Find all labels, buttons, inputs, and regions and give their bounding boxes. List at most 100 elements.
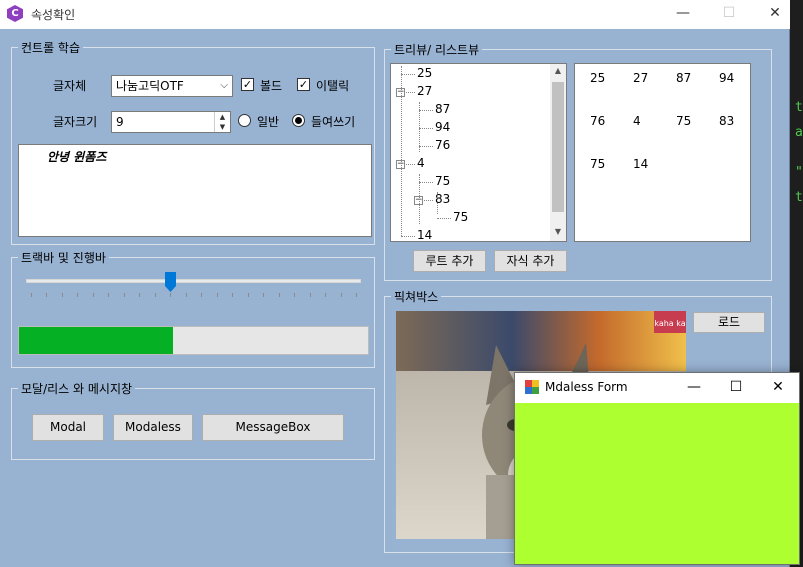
tree-connector bbox=[401, 74, 415, 75]
tree-connector bbox=[401, 236, 415, 237]
modal-button[interactable]: Modal bbox=[32, 414, 104, 441]
list-item[interactable]: 75 bbox=[676, 114, 691, 128]
list-item[interactable]: 83 bbox=[719, 114, 734, 128]
tree-connector bbox=[419, 146, 433, 147]
bold-checkbox[interactable]: ✓ bbox=[241, 78, 254, 91]
tree-connector bbox=[419, 174, 420, 224]
trackbar-tick bbox=[93, 293, 94, 297]
list-view[interactable]: 25 27 87 94 76 4 75 83 75 14 bbox=[574, 63, 751, 242]
tree-group-title: 트리뷰/ 리스트뷰 bbox=[391, 41, 483, 58]
add-child-button[interactable]: 자식 추가 bbox=[494, 250, 567, 272]
list-item[interactable]: 87 bbox=[676, 71, 691, 85]
trackbar-tick bbox=[310, 293, 311, 297]
trackbar-tick bbox=[46, 293, 47, 297]
tree-node[interactable]: 87 bbox=[435, 102, 450, 116]
italic-checkbox[interactable]: ✓ bbox=[297, 78, 310, 91]
bold-label: 볼드 bbox=[260, 79, 283, 93]
progress-bar bbox=[18, 326, 369, 355]
tree-connector bbox=[437, 218, 451, 219]
trackbar-tick bbox=[186, 293, 187, 297]
trackbar-tick bbox=[155, 293, 156, 297]
tree-view[interactable]: ▲ ▼ 25−27 87 94 76−4 75−83 75 14 bbox=[390, 63, 567, 242]
progress-fill bbox=[19, 327, 173, 354]
picture-sign: kaha ka bbox=[654, 311, 686, 333]
normal-radio[interactable] bbox=[238, 114, 251, 127]
trackbar-tick bbox=[170, 293, 171, 297]
load-button[interactable]: 로드 bbox=[693, 312, 765, 333]
size-value: 9 bbox=[116, 115, 124, 129]
trackbar-tick bbox=[325, 293, 326, 297]
trackbar-tick bbox=[248, 293, 249, 297]
tree-node[interactable]: 76 bbox=[435, 138, 450, 152]
font-label: 글자체 bbox=[53, 79, 87, 93]
code-fragment: t bbox=[795, 100, 803, 115]
close-button[interactable]: ✕ bbox=[752, 0, 798, 29]
tree-scrollbar[interactable]: ▲ ▼ bbox=[550, 64, 566, 241]
child-minimize-button[interactable]: — bbox=[673, 373, 715, 403]
tree-node[interactable]: 94 bbox=[435, 120, 450, 134]
indent-label: 들여쓰기 bbox=[311, 115, 356, 129]
tree-connector bbox=[401, 66, 402, 236]
modaless-button[interactable]: Modaless bbox=[113, 414, 193, 441]
list-item[interactable]: 75 bbox=[590, 157, 605, 171]
size-label: 글자크기 bbox=[53, 115, 98, 129]
form-icon bbox=[525, 380, 539, 394]
maximize-button: ☐ bbox=[722, 5, 736, 21]
trackbar-tick bbox=[294, 293, 295, 297]
code-fragment: a bbox=[795, 125, 803, 140]
trackbar-tick bbox=[201, 293, 202, 297]
trackbar-tick bbox=[232, 293, 233, 297]
tree-node[interactable]: 75 bbox=[453, 210, 468, 224]
child-title-bar[interactable]: Mdaless Form — ☐ ✕ bbox=[515, 373, 799, 403]
trackbar-thumb[interactable] bbox=[165, 272, 176, 292]
indent-radio[interactable] bbox=[292, 114, 305, 127]
picture-group-title: 픽쳐박스 bbox=[391, 288, 442, 305]
tree-node[interactable]: 75 bbox=[435, 174, 450, 188]
trackbar-tick bbox=[108, 293, 109, 297]
modal-group-title: 모달/리스 와 메시지창 bbox=[18, 380, 136, 397]
child-close-button[interactable]: ✕ bbox=[757, 373, 799, 403]
minimize-button[interactable]: — bbox=[660, 0, 706, 29]
list-item[interactable]: 76 bbox=[590, 114, 605, 128]
scroll-up-icon[interactable]: ▲ bbox=[550, 66, 566, 75]
tree-connector bbox=[419, 110, 433, 111]
trackbar-tick bbox=[356, 293, 357, 297]
list-item[interactable]: 14 bbox=[633, 157, 648, 171]
italic-label: 이탤릭 bbox=[316, 79, 350, 93]
sample-textbox[interactable]: 안녕 윈폼즈 bbox=[18, 144, 372, 237]
trackbar-tick bbox=[139, 293, 140, 297]
app-icon: C bbox=[7, 5, 23, 22]
modaless-form-window: Mdaless Form — ☐ ✕ bbox=[514, 372, 800, 565]
size-numeric-input[interactable]: 9 ▲ ▼ bbox=[111, 111, 231, 133]
trackbar-tick bbox=[62, 293, 63, 297]
scroll-down-icon[interactable]: ▼ bbox=[550, 227, 566, 236]
spin-buttons[interactable]: ▲ ▼ bbox=[214, 112, 230, 132]
trackbar-tick bbox=[217, 293, 218, 297]
trackbar-group-title: 트랙바 및 진행바 bbox=[18, 249, 109, 266]
trackbar-tick bbox=[279, 293, 280, 297]
scrollbar-thumb[interactable] bbox=[552, 82, 564, 212]
trackbar-tick bbox=[263, 293, 264, 297]
trackbar-tick bbox=[341, 293, 342, 297]
tree-connector bbox=[419, 128, 433, 129]
normal-label: 일반 bbox=[257, 115, 280, 129]
trackbar-rail bbox=[26, 279, 361, 283]
tree-node[interactable]: 25 bbox=[417, 66, 432, 80]
code-fragment: t bbox=[795, 190, 803, 205]
tree-node[interactable]: 27 bbox=[417, 84, 432, 98]
tree-connector bbox=[437, 192, 438, 214]
child-maximize-button[interactable]: ☐ bbox=[715, 373, 757, 403]
tree-connector bbox=[419, 182, 433, 183]
font-combobox[interactable]: 나눔고딕OTF ⌵ bbox=[111, 75, 233, 97]
title-bar[interactable]: C 속성확인 — ☐ ✕ bbox=[0, 0, 790, 29]
list-item[interactable]: 4 bbox=[633, 114, 641, 128]
trackbar-tick bbox=[124, 293, 125, 297]
list-item[interactable]: 94 bbox=[719, 71, 734, 85]
tree-node[interactable]: 4 bbox=[417, 156, 425, 170]
list-item[interactable]: 25 bbox=[590, 71, 605, 85]
list-item[interactable]: 27 bbox=[633, 71, 648, 85]
trackbar[interactable] bbox=[26, 272, 361, 300]
messagebox-button[interactable]: MessageBox bbox=[202, 414, 344, 441]
add-root-button[interactable]: 루트 추가 bbox=[413, 250, 486, 272]
tree-node[interactable]: 14 bbox=[417, 228, 432, 241]
